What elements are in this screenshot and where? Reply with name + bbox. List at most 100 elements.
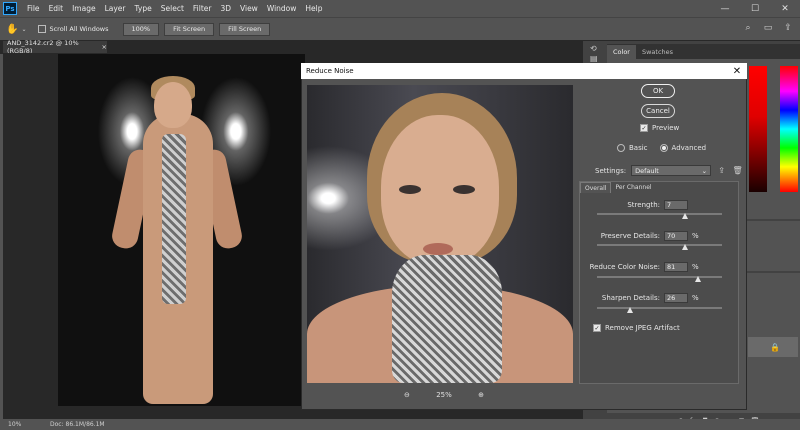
share-icon[interactable]: ⇪ xyxy=(782,22,794,34)
left-toolbar xyxy=(0,54,3,419)
reduce-color-noise-input[interactable]: 81 xyxy=(664,262,688,272)
zoom-100-button[interactable]: 100% xyxy=(122,22,160,36)
preserve-details-unit: % xyxy=(692,232,699,240)
preview-necklace xyxy=(392,255,502,383)
minimize-button[interactable]: — xyxy=(710,0,740,17)
preview-lips xyxy=(423,243,453,255)
menu-select[interactable]: Select xyxy=(161,4,184,13)
settings-tabs: Overall Per Channel xyxy=(580,182,656,193)
preserve-details-row: Preserve Details: 70 % xyxy=(585,231,699,241)
settings-select[interactable]: Default ⌄ xyxy=(631,165,712,176)
reduce-color-noise-unit: % xyxy=(692,263,699,271)
menu-3d[interactable]: 3D xyxy=(220,4,231,13)
menu-layer[interactable]: Layer xyxy=(105,4,126,13)
sharpen-details-unit: % xyxy=(692,294,699,302)
preview-eye-left xyxy=(399,185,421,194)
scroll-all-windows-label: Scroll All Windows xyxy=(49,25,109,33)
remove-jpeg-artifact-option: ✓ Remove JPEG Artifact xyxy=(593,324,680,332)
mode-selector: Basic Advanced xyxy=(617,144,706,152)
workspace-icon[interactable]: ▭ xyxy=(762,22,774,34)
reduce-color-noise-slider-thumb[interactable] xyxy=(695,276,702,282)
remove-jpeg-artifact-checkbox[interactable]: ✓ xyxy=(593,324,601,332)
status-zoom[interactable]: 10% xyxy=(8,421,30,428)
strength-slider-thumb[interactable] xyxy=(681,213,688,219)
dialog-title: Reduce Noise xyxy=(306,67,354,75)
tab-color[interactable]: Color xyxy=(607,45,636,59)
color-field[interactable] xyxy=(749,66,767,192)
preserve-details-input[interactable]: 70 xyxy=(664,231,688,241)
preview-option: ✓ Preview xyxy=(640,124,679,132)
hand-tool-icon[interactable]: ✋ xyxy=(6,24,18,35)
menu-window[interactable]: Window xyxy=(267,4,297,13)
delete-settings-icon[interactable]: 🗑 xyxy=(732,165,743,176)
preview-zoom-controls: ⊖ 25% ⊕ xyxy=(404,389,484,401)
menu-view[interactable]: View xyxy=(240,4,258,13)
sharpen-details-slider-track[interactable] xyxy=(597,307,722,309)
maximize-button[interactable]: ☐ xyxy=(740,0,770,17)
advanced-radio[interactable] xyxy=(659,144,668,152)
lock-icon: 🔒 xyxy=(770,342,780,352)
history-icon[interactable]: ⟲ xyxy=(590,44,607,54)
options-right-icons: ⌕ ▭ ⇪ xyxy=(742,22,794,34)
strength-row: Strength: 7 xyxy=(600,200,688,210)
advanced-radio-label: Advanced xyxy=(671,144,707,152)
tool-preset-dropdown-icon[interactable]: ⌄ xyxy=(21,26,26,33)
strength-input[interactable]: 7 xyxy=(664,200,688,210)
reduce-color-noise-row: Reduce Color Noise: 81 % xyxy=(585,262,699,272)
search-icon[interactable]: ⌕ xyxy=(742,22,754,34)
background-layer[interactable]: 🔒 xyxy=(748,337,798,357)
photo-jewelry xyxy=(162,134,186,304)
menu-edit[interactable]: Edit xyxy=(49,4,64,13)
preserve-details-slider-track[interactable] xyxy=(597,244,722,246)
preview-checkbox-label: Preview xyxy=(652,124,680,132)
menu-help[interactable]: Help xyxy=(305,4,322,13)
scroll-all-windows-checkbox[interactable] xyxy=(38,25,47,33)
sharpen-details-slider-thumb[interactable] xyxy=(626,307,633,313)
basic-radio-label: Basic xyxy=(629,144,648,152)
sharpen-details-row: Sharpen Details: 26 % xyxy=(585,293,699,303)
hue-slider[interactable] xyxy=(780,66,798,192)
document-photo[interactable] xyxy=(58,54,305,406)
tab-swatches[interactable]: Swatches xyxy=(636,45,679,59)
photo-head xyxy=(154,82,192,128)
settings-select-value: Default xyxy=(635,166,659,175)
dialog-close-icon[interactable]: ✕ xyxy=(731,64,743,78)
zoom-out-icon[interactable]: ⊖ xyxy=(404,391,410,399)
chevron-down-icon: ⌄ xyxy=(701,166,708,175)
save-settings-icon[interactable]: ⇪ xyxy=(716,165,727,176)
menu-image[interactable]: Image xyxy=(72,4,96,13)
options-bar: ✋ ⌄ Scroll All Windows 100% Fit Screen F… xyxy=(0,17,800,40)
remove-jpeg-artifact-label: Remove JPEG Artifact xyxy=(605,324,680,332)
menu-bar: Ps File Edit Image Layer Type Select Fil… xyxy=(0,0,800,17)
color-panel-tabs: Color Swatches xyxy=(607,44,800,59)
preview-zoom-value: 25% xyxy=(436,391,452,399)
photoshop-logo[interactable]: Ps xyxy=(3,2,17,15)
tab-overall[interactable]: Overall xyxy=(580,182,612,193)
tab-per-channel[interactable]: Per Channel xyxy=(611,182,655,193)
status-bar: 10% Doc: 86.1M/86.1M xyxy=(0,419,800,430)
strength-label: Strength: xyxy=(627,201,660,209)
preserve-details-slider-thumb[interactable] xyxy=(681,244,688,250)
settings-row: Settings: Default ⌄ ⇪ 🗑 xyxy=(595,165,743,176)
settings-label: Settings: xyxy=(595,166,627,175)
preview-checkbox[interactable]: ✓ xyxy=(640,124,648,132)
filter-preview[interactable] xyxy=(307,85,573,383)
dialog-title-bar[interactable]: Reduce Noise ✕ xyxy=(301,63,747,79)
document-tab[interactable]: AND_3142.cr2 @ 10% (RGB/8) × xyxy=(3,39,107,55)
reduce-color-noise-slider-track[interactable] xyxy=(597,276,722,278)
basic-radio[interactable] xyxy=(617,144,625,152)
zoom-in-icon[interactable]: ⊕ xyxy=(478,391,484,399)
strength-slider-track[interactable] xyxy=(597,213,722,215)
preview-eye-right xyxy=(453,185,475,194)
close-window-button[interactable]: ✕ xyxy=(770,0,800,17)
menu-filter[interactable]: Filter xyxy=(193,4,212,13)
fit-screen-button[interactable]: Fit Screen xyxy=(164,22,215,36)
document-tab-close-icon[interactable]: × xyxy=(102,43,107,51)
menu-file[interactable]: File xyxy=(27,4,40,13)
cancel-button[interactable]: Cancel xyxy=(641,104,675,118)
fill-screen-button[interactable]: Fill Screen xyxy=(219,22,271,36)
sharpen-details-input[interactable]: 26 xyxy=(664,293,688,303)
menu-type[interactable]: Type xyxy=(135,4,152,13)
ok-button[interactable]: OK xyxy=(641,84,675,98)
settings-tab-panel xyxy=(579,181,739,384)
